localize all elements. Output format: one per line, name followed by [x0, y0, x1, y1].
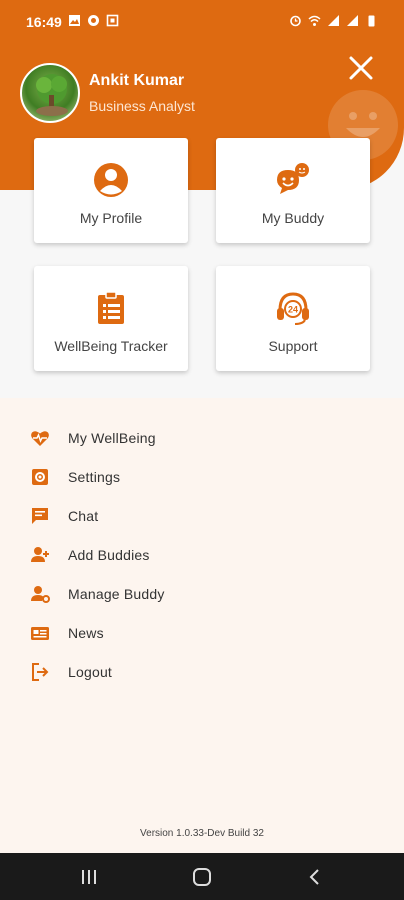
- card-label: WellBeing Tracker: [54, 338, 168, 354]
- recent-apps-icon[interactable]: [78, 867, 100, 887]
- card-label: My Buddy: [261, 210, 325, 226]
- headset-24-icon: 24: [277, 292, 309, 325]
- menu-item-chat[interactable]: Chat: [0, 499, 404, 533]
- menu-item-news[interactable]: News: [0, 616, 404, 650]
- menu-item-label: Logout: [68, 664, 113, 680]
- signal-icon: [328, 15, 339, 26]
- notification-icon: [106, 14, 119, 27]
- tree-image: [36, 74, 68, 116]
- signal-icon: [347, 15, 358, 26]
- menu-item-label: Add Buddies: [68, 547, 150, 563]
- support-card[interactable]: 24 Support: [216, 266, 370, 371]
- status-icons-right: [289, 14, 378, 27]
- version-label: Version 1.0.33-Dev Build 32: [140, 828, 264, 839]
- gear-icon: [32, 469, 48, 485]
- system-nav-bar: [0, 853, 404, 900]
- user-icon: [94, 163, 128, 197]
- avatar[interactable]: [20, 63, 80, 123]
- logout-icon: [32, 663, 49, 681]
- manage-user-icon: [31, 586, 50, 603]
- card-label: My Profile: [79, 210, 143, 226]
- user-role: Business Analyst: [89, 98, 195, 114]
- my-profile-card[interactable]: My Profile: [34, 138, 188, 243]
- close-icon[interactable]: [348, 55, 374, 81]
- menu-item-label: Chat: [68, 508, 99, 524]
- svg-text:24: 24: [288, 305, 298, 315]
- menu-item-label: Manage Buddy: [68, 586, 165, 602]
- home-icon[interactable]: [191, 867, 213, 887]
- menu-item-label: Settings: [68, 469, 121, 485]
- menu-item-label: News: [68, 625, 104, 641]
- menu-item-settings[interactable]: Settings: [0, 460, 404, 494]
- my-buddy-card[interactable]: My Buddy: [216, 138, 370, 243]
- card-label: Support: [268, 338, 318, 354]
- battery-icon: [368, 15, 375, 27]
- image-icon: [69, 15, 80, 26]
- whatsapp-icon: [88, 15, 99, 26]
- menu-item-my-wellbeing[interactable]: My WellBeing: [0, 421, 404, 455]
- add-user-icon: [31, 547, 49, 562]
- wifi-icon: [308, 15, 321, 26]
- status-time: 16:49: [26, 14, 62, 30]
- status-bar: 16:49: [0, 0, 404, 44]
- menu-item-add-buddies[interactable]: Add Buddies: [0, 538, 404, 572]
- wellbeing-tracker-card[interactable]: WellBeing Tracker: [34, 266, 188, 371]
- menu-item-logout[interactable]: Logout: [0, 655, 404, 689]
- menu-item-manage-buddy[interactable]: Manage Buddy: [0, 577, 404, 611]
- news-icon: [31, 627, 49, 640]
- heart-pulse-icon: [31, 431, 49, 446]
- drawer-menu: My WellBeing Settings Chat Add Buddies M…: [0, 398, 404, 853]
- chat-icon: [32, 508, 48, 524]
- alarm-icon: [290, 15, 301, 27]
- clipboard-icon: [98, 291, 124, 324]
- chat-faces-icon: [277, 163, 309, 194]
- back-icon[interactable]: [304, 867, 326, 887]
- menu-item-label: My WellBeing: [68, 430, 156, 446]
- user-name: Ankit Kumar: [89, 72, 185, 89]
- status-icons-left: [68, 14, 119, 27]
